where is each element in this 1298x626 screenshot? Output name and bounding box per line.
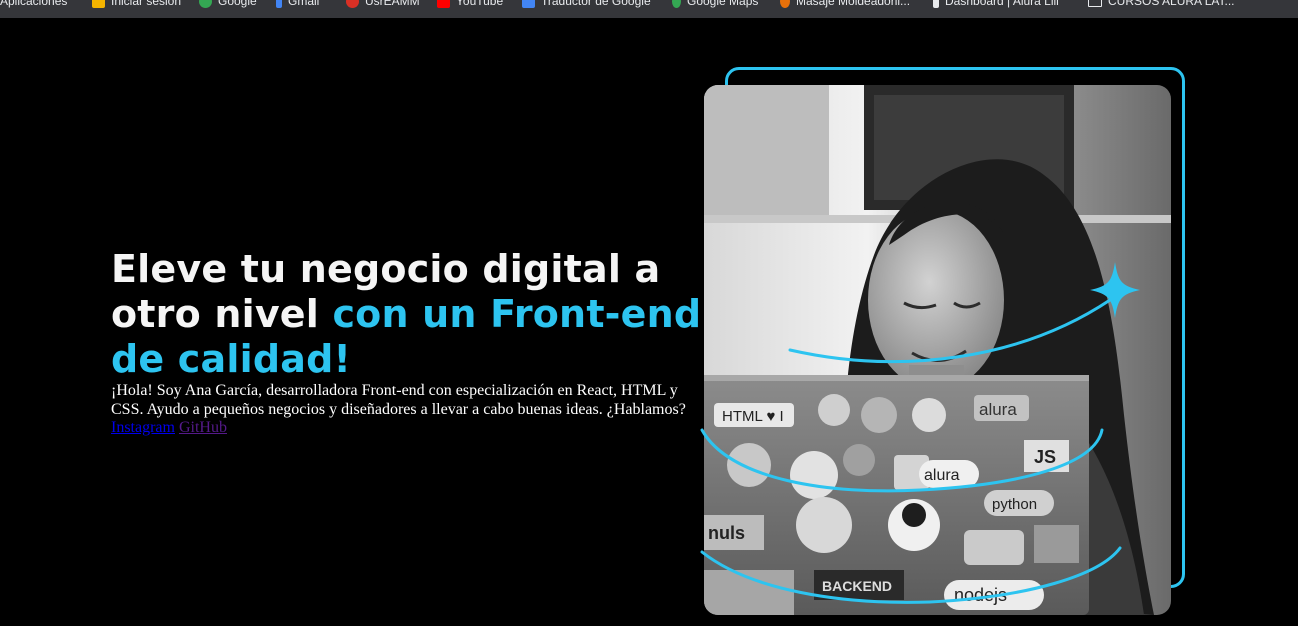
bookmark-label: Masaje Moldeadoril... [796, 0, 911, 8]
bookmark-label: UsrEAMM [365, 0, 420, 8]
bookmark-label: Traductor de Google [541, 0, 651, 8]
bookmark-label: Aplicaciones [0, 0, 68, 8]
translate-icon [522, 0, 535, 8]
bookmark-label: YouTube [456, 0, 504, 8]
microsoft-icon [92, 0, 105, 8]
bookmark-translate[interactable]: Traductor de Google [522, 0, 651, 9]
hero-title: Eleve tu negocio digital a otro nivel co… [111, 247, 711, 382]
bookmark-iniciar-sesion[interactable]: Iniciar sesión [92, 0, 181, 9]
swirl-line-middle [700, 428, 1104, 493]
swirl-line-top [788, 298, 1112, 364]
bookmark-label: Dashboard | Alura Lili [945, 0, 1059, 8]
bookmark-youtube[interactable]: YouTube [437, 0, 503, 9]
bookmark-label: Gmail [288, 0, 320, 8]
instagram-link[interactable]: Instagram [111, 419, 175, 436]
bookmark-gmail[interactable]: Gmail [276, 0, 319, 9]
youtube-icon [437, 0, 450, 8]
bookmark-alura-dashboard[interactable]: Dashboard | Alura Lili [933, 0, 1059, 9]
bookmark-google[interactable]: Google [199, 0, 257, 9]
bookmark-apps[interactable]: Aplicaciones [0, 0, 67, 9]
gmail-icon [276, 0, 282, 8]
bookmark-label: Google Maps [687, 0, 759, 8]
bookmark-masaje[interactable]: Masaje Moldeadoril... [780, 0, 910, 9]
decorative-swirl-lines [700, 262, 1140, 604]
folder-icon [1088, 0, 1102, 7]
google-icon [199, 0, 212, 8]
bookmark-label: CURSOS ALURA LAT... [1108, 0, 1235, 8]
social-links: Instagram GitHub [111, 418, 227, 437]
maps-icon [672, 0, 681, 8]
github-link[interactable]: GitHub [179, 419, 227, 436]
bookmark-cursos-alura[interactable]: CURSOS ALURA LAT... [1088, 0, 1235, 9]
bookmark-label: Iniciar sesión [111, 0, 182, 8]
site-icon [780, 0, 790, 8]
alura-icon [933, 0, 939, 8]
bookmarks-bar: Aplicaciones Iniciar sesión Google Gmail… [0, 0, 1298, 18]
bookmark-maps[interactable]: Google Maps [672, 0, 758, 9]
site-icon [346, 0, 359, 8]
bookmark-label: Google [218, 0, 257, 8]
hero-description: ¡Hola! Soy Ana García, desarrolladora Fr… [111, 382, 686, 418]
bookmark-usreamm[interactable]: UsrEAMM [346, 0, 420, 9]
swirl-line-bottom [700, 546, 1122, 604]
